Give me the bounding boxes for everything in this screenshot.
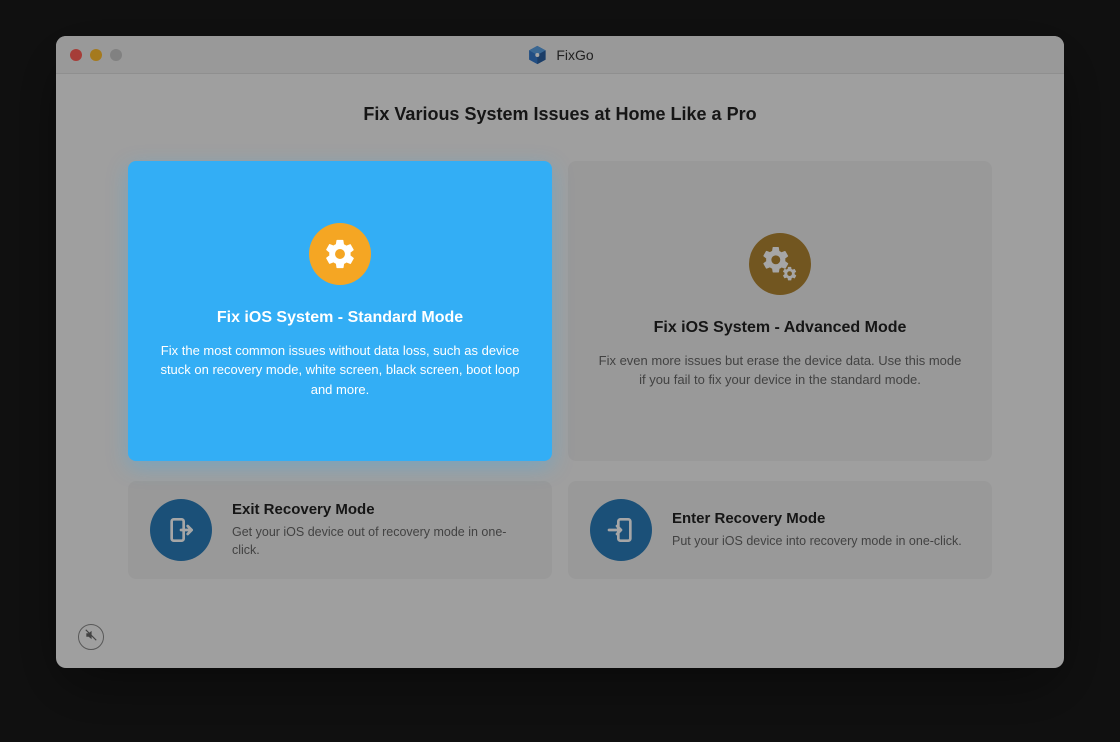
cube-icon [526,44,548,66]
enter-recovery-title: Enter Recovery Mode [672,510,970,527]
advanced-mode-title: Fix iOS System - Advanced Mode [654,319,907,337]
enter-recovery-text: Enter Recovery Mode Put your iOS device … [672,510,970,551]
enter-recovery-description: Put your iOS device into recovery mode i… [672,533,970,551]
standard-mode-title: Fix iOS System - Standard Mode [217,309,463,327]
gear-icon [309,223,371,285]
main-content: Fix Various System Issues at Home Like a… [56,74,1064,668]
exit-recovery-text: Exit Recovery Mode Get your iOS device o… [232,501,530,559]
exit-recovery-card[interactable]: Exit Recovery Mode Get your iOS device o… [128,481,552,579]
gears-icon [749,233,811,295]
advanced-mode-card[interactable]: Fix iOS System - Advanced Mode Fix even … [568,161,992,461]
advanced-mode-description: Fix even more issues but erase the devic… [596,351,964,390]
window-controls [70,49,122,61]
mute-speaker-icon [84,628,98,647]
standard-mode-card[interactable]: Fix iOS System - Standard Mode Fix the m… [128,161,552,461]
recovery-cards-row: Exit Recovery Mode Get your iOS device o… [128,481,992,579]
mute-button[interactable] [78,624,104,650]
mode-cards-row: Fix iOS System - Standard Mode Fix the m… [128,161,992,461]
title-center: FixGo [526,44,593,66]
page-headline: Fix Various System Issues at Home Like a… [128,104,992,125]
close-window-button[interactable] [70,49,82,61]
exit-recovery-description: Get your iOS device out of recovery mode… [232,524,530,559]
enter-recovery-card[interactable]: Enter Recovery Mode Put your iOS device … [568,481,992,579]
titlebar: FixGo [56,36,1064,74]
enter-door-icon [590,499,652,561]
standard-mode-description: Fix the most common issues without data … [156,341,524,400]
maximize-window-button[interactable] [110,49,122,61]
app-window: FixGo Fix Various System Issues at Home … [56,36,1064,668]
app-title: FixGo [556,47,593,63]
minimize-window-button[interactable] [90,49,102,61]
exit-door-icon [150,499,212,561]
exit-recovery-title: Exit Recovery Mode [232,501,530,518]
